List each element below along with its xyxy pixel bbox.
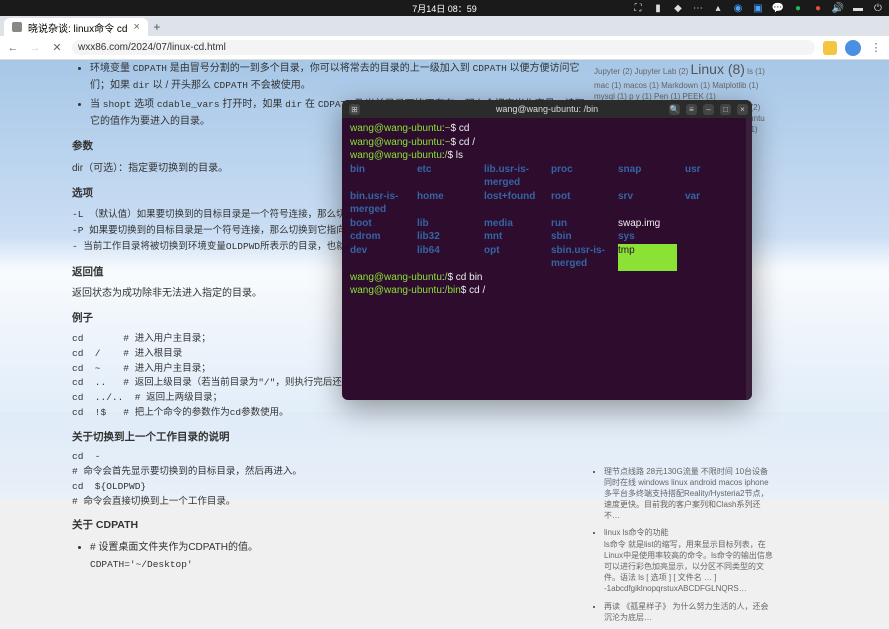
ls-entry: bin.usr-is-merged	[350, 190, 409, 217]
tray-icon-spotify[interactable]: ●	[793, 3, 803, 13]
terminal-menu-icon[interactable]: ≡	[686, 104, 697, 115]
favicon-icon	[12, 22, 22, 32]
terminal-window[interactable]: ⊞ wang@wang-ubuntu: /bin 🔍 ≡ – □ × wang@…	[342, 100, 752, 400]
ls-entry: proc	[551, 163, 610, 190]
heading-cdpath: 关于 CDPATH	[72, 517, 592, 535]
ls-entry: sbin.usr-is-merged	[551, 244, 610, 271]
new-tab-button[interactable]: +	[148, 18, 166, 36]
nav-back-button[interactable]: ←	[6, 41, 20, 55]
terminal-body[interactable]: wang@wang-ubuntu:~$ cdwang@wang-ubuntu:~…	[342, 118, 752, 400]
ls-entry: var	[685, 190, 744, 217]
terminal-minimize-icon[interactable]: –	[703, 104, 714, 115]
ls-entry: media	[484, 217, 543, 231]
tray-icon-chat[interactable]: 💬	[773, 3, 783, 13]
env-note-1: 环境变量 CDPATH 是由冒号分割的一到多个目录，你可以将常去的目录的上一级加…	[90, 60, 592, 94]
ls-entry: cdrom	[350, 230, 409, 244]
ls-entry: lib64	[417, 244, 476, 271]
sidebar-post-3[interactable]: 再读 《孤星样子》 为什么努力生活的人，还会沉沦为底层…	[604, 601, 774, 623]
tray-icon-generic[interactable]: ⛶	[633, 3, 643, 13]
ls-entry: lib32	[417, 230, 476, 244]
ls-entry: lib	[417, 217, 476, 231]
terminal-titlebar[interactable]: ⊞ wang@wang-ubuntu: /bin 🔍 ≡ – □ ×	[342, 100, 752, 118]
tray-icon-generic[interactable]: ▮	[653, 3, 663, 13]
terminal-maximize-icon[interactable]: □	[720, 104, 731, 115]
ls-entry: run	[551, 217, 610, 231]
tray-icon-volume[interactable]: 🔊	[833, 3, 843, 13]
prevdir-block: cd - # 命令会首先显示要切换到的目标目录，然后再进入。 cd ${OLDP…	[72, 450, 592, 509]
ls-entry: lib.usr-is-merged	[484, 163, 543, 190]
ls-entry: opt	[484, 244, 543, 271]
extension-icon[interactable]	[823, 41, 837, 55]
ls-entry: sys	[618, 230, 677, 244]
system-tray: ⛶ ▮ ◆ ⋯ ▴ ◉ ▣ 💬 ● ● 🔊 ▬ ⏻	[633, 3, 883, 13]
tab-close-icon[interactable]: ×	[133, 21, 139, 33]
tray-icon-battery[interactable]: ▬	[853, 3, 863, 13]
tray-icon-network[interactable]: ⋯	[693, 3, 703, 13]
heading-prevdir: 关于切换到上一个工作目录的说明	[72, 429, 592, 447]
browser-menu-icon[interactable]: ⋮	[869, 41, 883, 55]
ls-entry: lost+found	[484, 190, 543, 217]
sidebar-post-2[interactable]: linux ls命令的功能 ls命令 就是list的缩写，用来显示目标列表，在L…	[604, 527, 774, 594]
tray-icon-generic[interactable]: ◆	[673, 3, 683, 13]
ls-entry: dev	[350, 244, 409, 271]
ls-entry: usr	[685, 163, 744, 190]
ls-entry: boot	[350, 217, 409, 231]
terminal-new-tab-icon[interactable]: ⊞	[349, 104, 360, 115]
system-top-bar: 7月14日 08：59 ⛶ ▮ ◆ ⋯ ▴ ◉ ▣ 💬 ● ● 🔊 ▬ ⏻	[0, 0, 889, 16]
ls-entry: swap.img	[618, 217, 677, 231]
ls-entry: snap	[618, 163, 677, 190]
cdpath-note: # 设置桌面文件夹作为CDPATH的值。 CDPATH='~/Desktop'	[90, 539, 592, 573]
ls-entry: tmp	[618, 244, 677, 271]
ls-entry: home	[417, 190, 476, 217]
tray-icon-browser[interactable]: ◉	[733, 3, 743, 13]
ls-entry: sbin	[551, 230, 610, 244]
browser-tab-active[interactable]: 晓说杂谈: linux命令 cd ×	[4, 18, 148, 36]
tray-icon-power[interactable]: ⏻	[873, 3, 883, 13]
terminal-scrollbar[interactable]	[746, 118, 752, 400]
ls-entry: mnt	[484, 230, 543, 244]
tab-title: 晓说杂谈: linux命令 cd	[28, 20, 127, 35]
tray-icon-app[interactable]: ▣	[753, 3, 763, 13]
sidebar-post-1[interactable]: 理节点线路 28元130G流量 不限时间 10台设备同时在线 windows l…	[604, 466, 774, 522]
tray-icon-mic[interactable]: ●	[813, 3, 823, 13]
terminal-title: wang@wang-ubuntu: /bin	[496, 104, 598, 114]
ls-entry: bin	[350, 163, 409, 190]
tray-icon-wifi[interactable]: ▴	[713, 3, 723, 13]
address-bar[interactable]: wxx86.com/2024/07/linux-cd.html	[72, 40, 815, 55]
terminal-search-icon[interactable]: 🔍	[669, 104, 680, 115]
profile-avatar[interactable]	[845, 40, 861, 56]
ls-entry: root	[551, 190, 610, 217]
terminal-close-icon[interactable]: ×	[737, 104, 748, 115]
ls-entry: srv	[618, 190, 677, 217]
nav-forward-button[interactable]: →	[28, 41, 42, 55]
ls-entry: etc	[417, 163, 476, 190]
browser-toolbar: ← → ✕ wxx86.com/2024/07/linux-cd.html ⋮	[0, 36, 889, 60]
system-clock: 7月14日 08：59	[412, 2, 477, 15]
nav-stop-button[interactable]: ✕	[50, 41, 64, 55]
browser-tab-strip: 晓说杂谈: linux命令 cd × +	[0, 16, 889, 36]
